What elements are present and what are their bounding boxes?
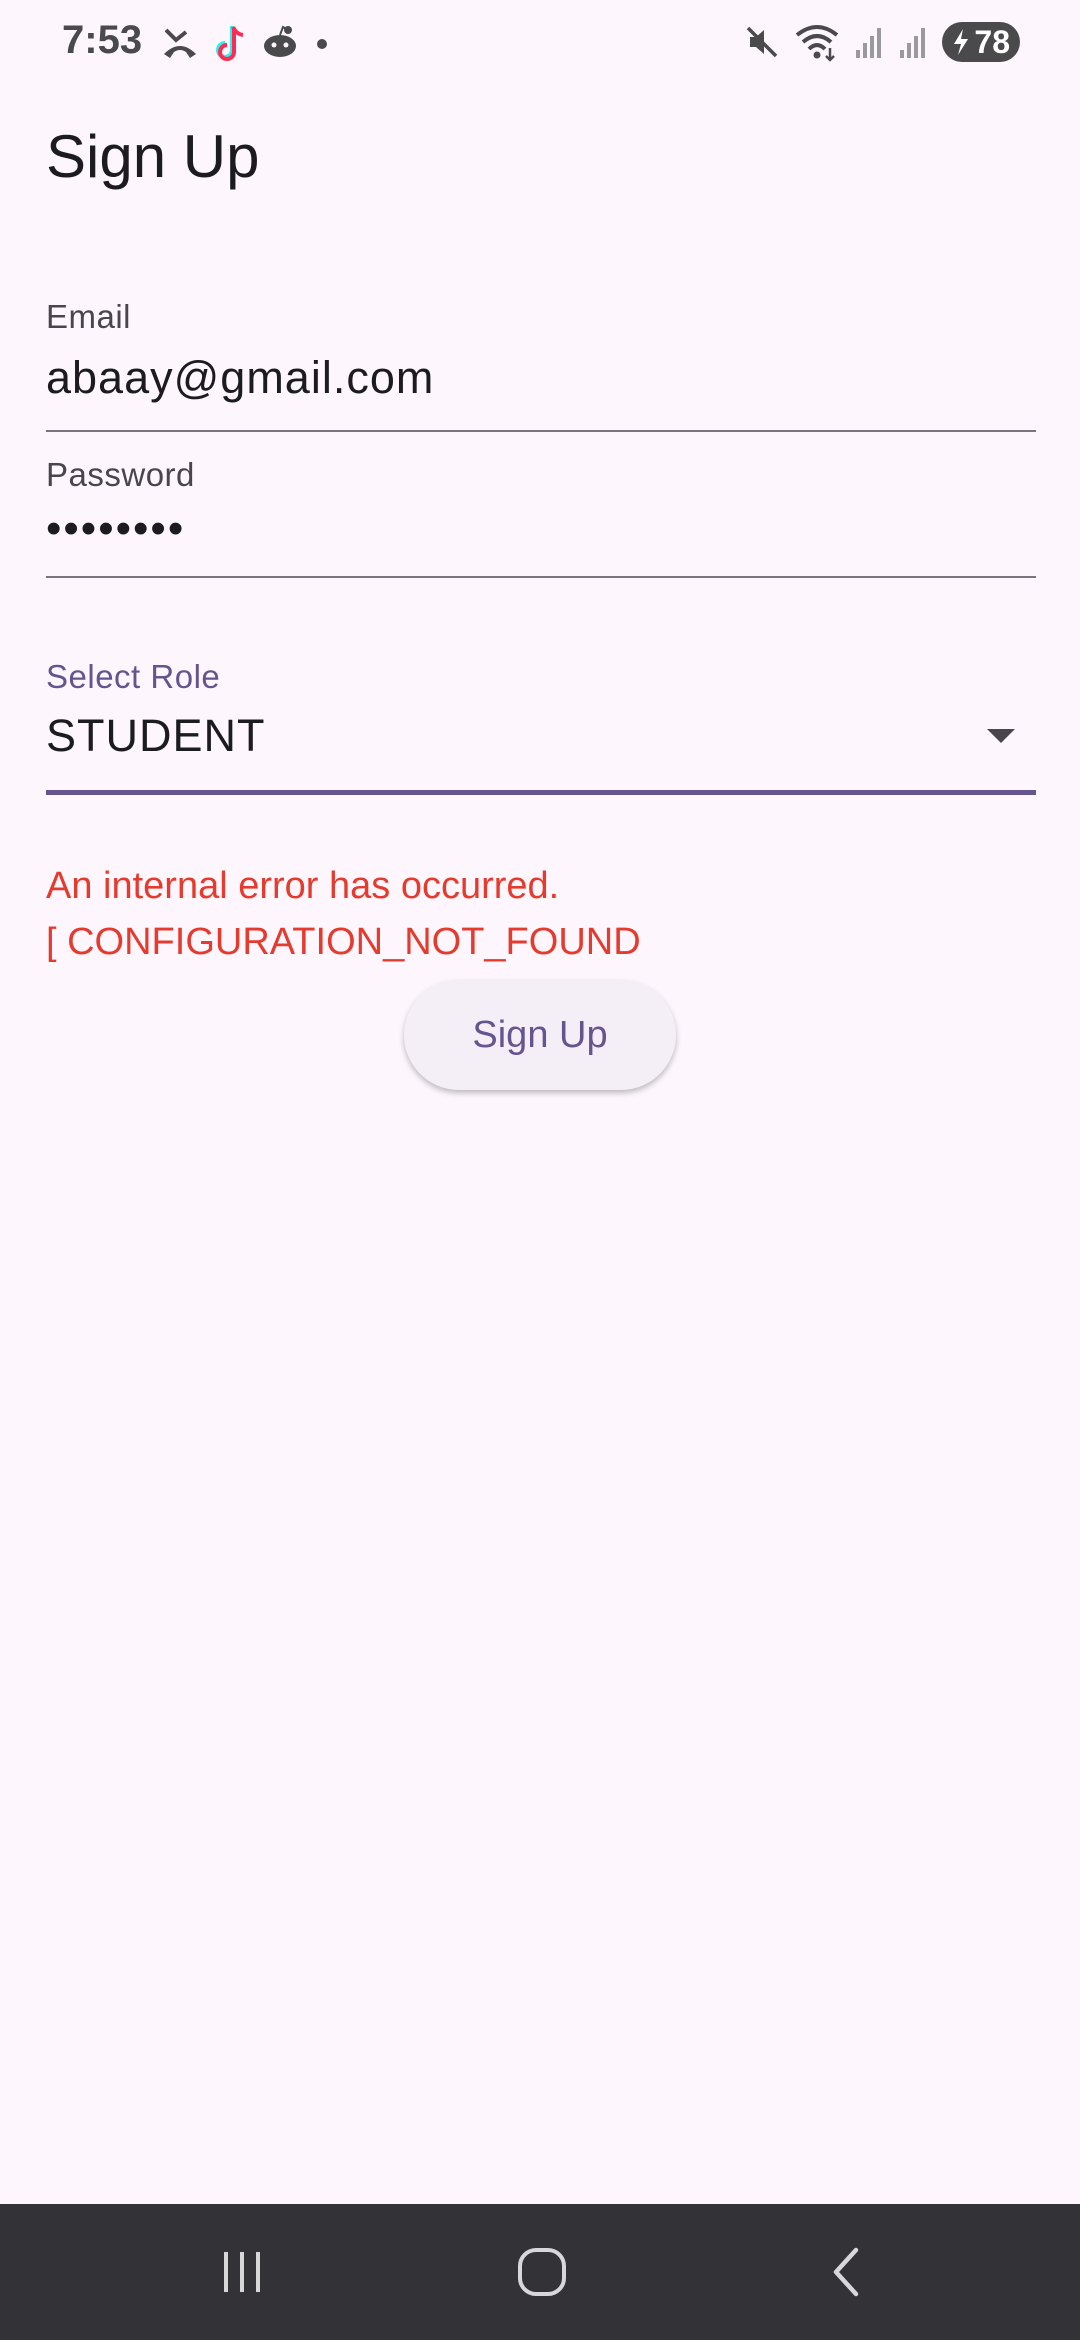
role-underline xyxy=(46,790,1036,795)
signal-icon xyxy=(854,24,884,60)
password-field[interactable]: Password •••••••• xyxy=(46,456,1036,578)
system-nav-bar xyxy=(0,2204,1080,2340)
role-select-row[interactable]: STUDENT xyxy=(46,710,1036,762)
signal-icon-2 xyxy=(898,24,928,60)
status-bar: 7:53 78 xyxy=(0,0,1080,92)
notification-dot-icon xyxy=(312,32,332,52)
role-label: Select Role xyxy=(46,658,221,695)
page-title: Sign Up xyxy=(46,123,260,190)
role-dropdown[interactable]: Select Role STUDENT xyxy=(46,658,1036,795)
email-underline xyxy=(46,430,1036,432)
mute-icon xyxy=(744,24,780,60)
status-system-icons: 78 xyxy=(744,22,1020,62)
password-underline xyxy=(46,576,1036,578)
status-notification-icons xyxy=(160,22,332,62)
sign-up-button[interactable]: Sign Up xyxy=(404,980,676,1090)
email-label: Email xyxy=(46,298,132,335)
error-message: An internal error has occurred. [ CONFIG… xyxy=(46,865,641,963)
battery-level: 78 xyxy=(974,23,1010,60)
charging-bolt-icon xyxy=(952,28,970,56)
battery-indicator: 78 xyxy=(942,22,1020,62)
email-field[interactable]: Email abaay@gmail.com xyxy=(46,298,1036,432)
tiktok-icon xyxy=(212,22,248,62)
dropdown-arrow-icon[interactable] xyxy=(986,728,1016,744)
home-icon xyxy=(517,2247,567,2297)
wifi-icon xyxy=(794,22,840,62)
role-selected-value[interactable]: STUDENT xyxy=(46,710,266,762)
recents-icon xyxy=(218,2250,266,2294)
missed-call-icon xyxy=(160,24,200,60)
back-button[interactable] xyxy=(806,2242,886,2302)
recents-button[interactable] xyxy=(202,2242,282,2302)
status-time: 7:53 xyxy=(62,18,143,62)
back-icon xyxy=(828,2247,864,2297)
reddit-icon xyxy=(260,24,300,60)
password-label: Password xyxy=(46,456,195,493)
home-button[interactable] xyxy=(502,2242,582,2302)
password-input[interactable]: •••••••• xyxy=(46,504,1036,554)
email-input[interactable]: abaay@gmail.com xyxy=(46,352,1036,404)
